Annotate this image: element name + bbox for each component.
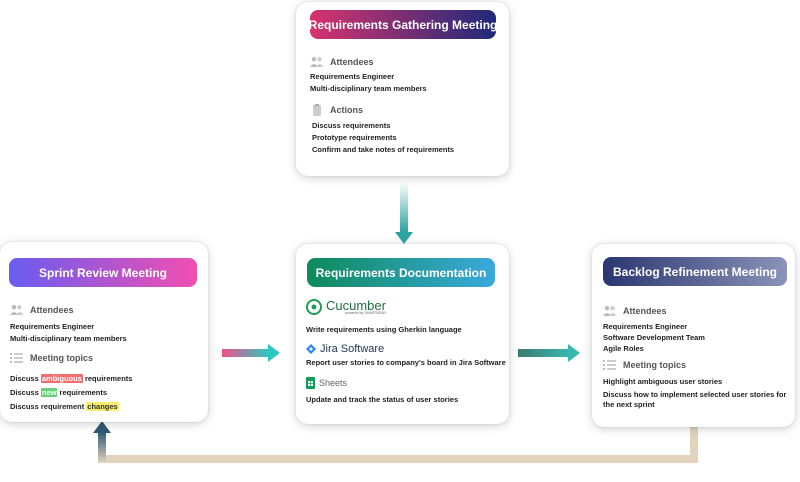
top-attendees-head: Attendees <box>310 56 374 68</box>
right-topic-1: Highlight ambiguous user stories <box>603 377 723 386</box>
cucumber-sub: powered by SMARTBEAR <box>345 311 386 315</box>
sprint-review-title: Sprint Review Meeting <box>9 258 197 287</box>
top-attendee-2: Multi-disciplinary team members <box>310 84 427 93</box>
left-topics-label: Meeting topics <box>30 353 94 363</box>
cucumber-icon <box>306 299 322 316</box>
arrowhead-center-right <box>568 344 580 362</box>
top-action-2: Prototype requirements <box>312 133 397 142</box>
jira-icon <box>306 344 316 354</box>
top-action-3: Confirm and take notes of requirements <box>312 145 455 154</box>
top-actions-label: Actions <box>330 105 364 115</box>
left-topic-3-pre: Discuss requirement <box>10 402 87 411</box>
cucumber-description: Write requirements using Gherkin languag… <box>306 325 462 334</box>
sheets-icon <box>306 377 315 389</box>
left-attendees-head: Attendees <box>10 304 74 316</box>
connector-top-center <box>400 182 408 232</box>
cucumber-wordmark: Cucumber powered by SMARTBEAR <box>326 299 386 316</box>
top-action-1: Discuss requirements <box>312 121 391 130</box>
list-icon <box>10 353 23 363</box>
left-attendee-1: Requirements Engineer <box>10 322 95 331</box>
right-attendee-1: Requirements Engineer <box>603 322 688 331</box>
left-topic-2: Discuss new requirements <box>10 388 107 397</box>
left-topic-1-post: requirements <box>82 374 133 383</box>
backlog-refinement-title-text: Backlog Refinement Meeting <box>612 264 778 279</box>
left-topic-3: Discuss requirement changes <box>10 402 119 411</box>
left-topic-1-pre: Discuss <box>10 374 41 383</box>
left-topic-1: Discuss ambiguous requirements <box>10 374 132 383</box>
left-topic-1-highlight: ambiguous <box>40 374 83 383</box>
right-attendee-2: Software Development Team <box>603 333 705 342</box>
arrowhead-return-left <box>93 421 111 433</box>
connector-return-bottom <box>98 455 698 463</box>
jira-description: Report user stories to company's board i… <box>306 358 506 367</box>
right-topic-2: Discuss how to implement selected user s… <box>603 390 787 409</box>
right-attendee-3: Agile Roles <box>603 344 644 353</box>
arrowhead-left-center <box>268 344 280 362</box>
backlog-refinement-title: Backlog Refinement Meeting <box>603 257 787 286</box>
left-topic-2-pre: Discuss <box>10 388 41 397</box>
backlog-refinement-card: Backlog Refinement Meeting Attendees Req… <box>592 244 795 427</box>
sprint-review-card: Sprint Review Meeting Attendees Requirem… <box>0 242 208 422</box>
top-actions-head: Actions <box>310 104 363 116</box>
sheets-logo: Sheets <box>306 377 347 389</box>
jira-logo: Jira Software <box>306 343 384 355</box>
clipboard-icon <box>313 104 321 116</box>
requirements-documentation-title-text: Requirements Documentation <box>315 265 487 280</box>
sheets-description: Update and track the status of user stor… <box>306 395 459 404</box>
right-attendees-head: Attendees <box>603 305 667 317</box>
list-icon <box>603 360 616 370</box>
left-topic-3-highlight: changes <box>86 402 119 411</box>
arrowhead-top-center <box>395 232 413 244</box>
right-topics-head: Meeting topics <box>603 359 686 371</box>
sheets-name: Sheets <box>319 378 348 388</box>
requirements-gathering-title: Requirements Gathering Meeting <box>308 10 498 39</box>
left-topic-2-highlight: new <box>40 388 58 397</box>
connector-center-right <box>518 349 570 357</box>
left-attendee-2: Multi-disciplinary team members <box>10 334 127 343</box>
connector-left-center <box>222 349 268 357</box>
requirements-documentation-title: Requirements Documentation <box>307 258 495 287</box>
sprint-review-title-text: Sprint Review Meeting <box>38 265 168 280</box>
requirements-gathering-title-text: Requirements Gathering Meeting <box>308 17 498 32</box>
cucumber-logo: Cucumber powered by SMARTBEAR <box>306 299 386 316</box>
left-topic-2-post: requirements <box>57 388 108 397</box>
people-icon <box>10 305 24 315</box>
top-attendee-1: Requirements Engineer <box>310 72 395 81</box>
requirements-documentation-card: Requirements Documentation Cucumber powe… <box>296 244 509 424</box>
right-topics-label: Meeting topics <box>623 360 687 370</box>
top-attendees-label: Attendees <box>330 57 374 67</box>
people-icon <box>603 306 617 316</box>
requirements-gathering-card: Requirements Gathering Meeting Attendees… <box>296 2 509 176</box>
connector-return-left-up <box>98 432 106 463</box>
people-icon <box>310 57 324 67</box>
right-attendees-label: Attendees <box>623 306 667 316</box>
left-attendees-label: Attendees <box>30 305 74 315</box>
left-topics-head: Meeting topics <box>10 352 93 364</box>
jira-name: Jira Software <box>320 343 385 355</box>
